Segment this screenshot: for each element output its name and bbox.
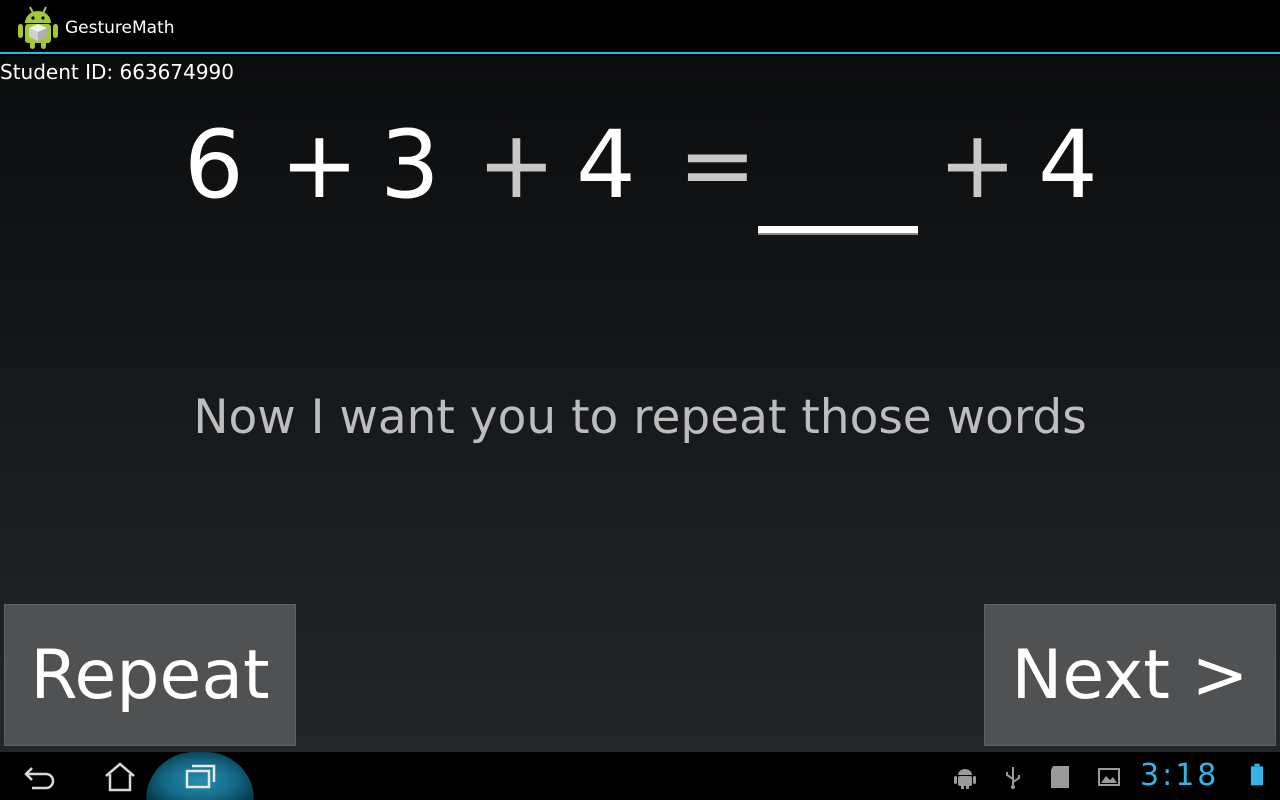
action-bar: GestureMath — [0, 0, 1280, 54]
main-content: Student ID: 663674990 6 + 3 + 4 = + 4 No… — [0, 56, 1280, 752]
home-icon[interactable] — [90, 756, 150, 796]
usb-icon[interactable] — [1000, 764, 1026, 790]
next-button[interactable]: Next > — [984, 604, 1276, 746]
instruction-prompt: Now I want you to repeat those words — [193, 390, 1087, 445]
app-screen: GestureMath Student ID: 663674990 6 + 3 … — [0, 0, 1280, 800]
gallery-icon[interactable] — [1096, 764, 1122, 790]
equation-term-4: 4 — [1038, 111, 1098, 220]
student-id-label: Student ID: 663674990 — [0, 60, 235, 84]
recent-apps-icon[interactable] — [170, 756, 230, 796]
battery-icon[interactable] — [1244, 762, 1270, 788]
repeat-button[interactable]: Repeat — [4, 604, 296, 746]
equation-plus-3: + — [938, 111, 1017, 220]
equation-term-3: 4 — [576, 111, 636, 220]
clock[interactable]: 3:18 — [1140, 758, 1219, 794]
sd-card-icon[interactable] — [1047, 764, 1073, 790]
equation-plus-1: + — [280, 111, 359, 220]
answer-blank[interactable] — [758, 226, 918, 235]
equation-equals: = — [678, 111, 757, 220]
app-title: GestureMath — [65, 18, 175, 38]
system-bar: 3:18 — [0, 752, 1280, 800]
equation-term-1: 6 — [184, 111, 244, 220]
android-robot-icon[interactable] — [16, 4, 60, 50]
back-icon[interactable] — [10, 756, 70, 796]
android-debug-icon[interactable] — [952, 764, 978, 790]
equation-term-2: 3 — [380, 111, 440, 220]
equation-plus-2: + — [477, 111, 556, 220]
